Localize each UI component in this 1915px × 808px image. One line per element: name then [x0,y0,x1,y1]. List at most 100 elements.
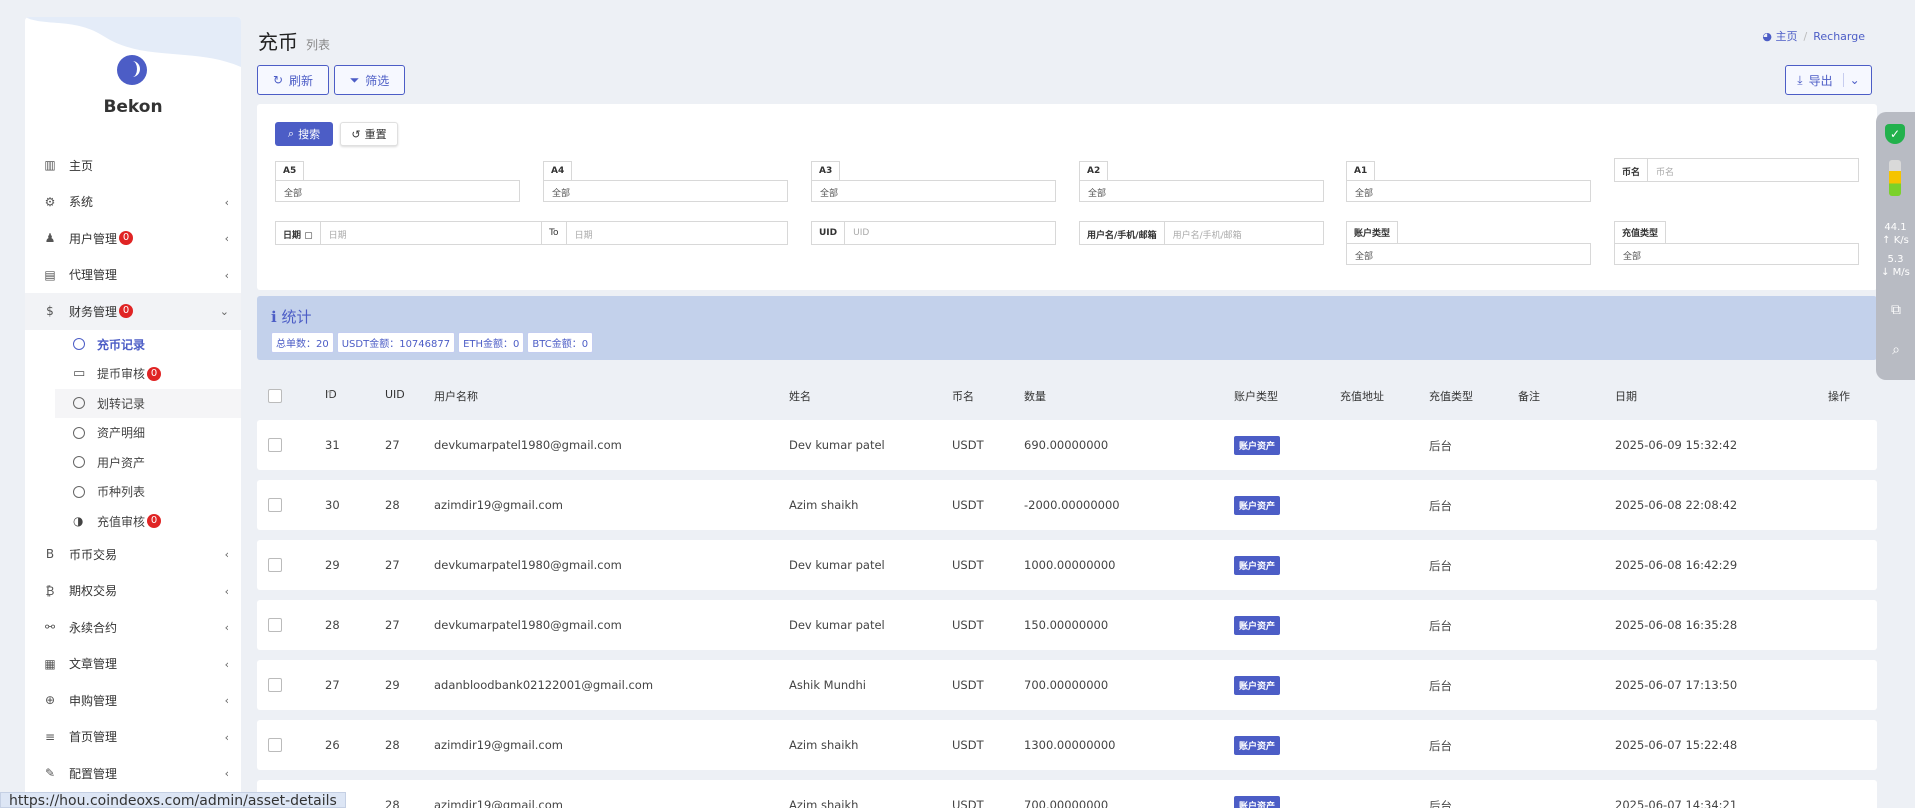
cell-uid: 28 [385,738,400,752]
sidebar-item-label: 系统 [69,195,94,210]
export-button[interactable]: ⤓ 导出 ⌄ [1785,65,1872,95]
table-row[interactable]: 30 28 azimdir19@gmail.com Azim shaikh USDT -2… [257,480,1877,530]
select-all-checkbox[interactable] [268,389,282,403]
table-row[interactable]: 31 27 devkumarpatel1980@gmail.com Dev kumar… [257,420,1877,470]
filter-account-type: 账户类型 全部 [1346,221,1591,265]
filter-user-label: 用户名/手机/邮箱 [1079,221,1165,245]
filter-uid-label: UID [811,221,846,245]
row-checkbox[interactable] [268,678,282,692]
finance-sub-item-1[interactable]: ▭ 提币审核 0 [25,359,241,389]
filter-a3-select[interactable]: 全部 [811,180,1056,202]
page-title-text: 充币 [258,30,298,54]
cell-coin: USDT [952,438,984,452]
col-amount: 数量 [1024,390,1046,403]
account-type-select[interactable]: 全部 [1346,243,1591,265]
breadcrumb-home[interactable]: 主页 [1776,30,1798,43]
filter-a1: A1 全部 [1346,158,1591,202]
sidebar-item-5[interactable]: B 币币交易 ‹ [25,536,241,573]
sidebar-item-0[interactable]: ▥ 主页 [25,147,241,184]
cell-amount: 1300.00000000 [1024,738,1116,752]
chevron-left-icon: ‹ [224,268,229,282]
cell-date: 2025-06-08 16:42:29 [1615,558,1738,572]
row-checkbox[interactable] [268,558,282,572]
sidebar-item-11[interactable]: ✎ 配置管理 ‹ [25,755,241,792]
cell-username: azimdir19@gmail.com [434,798,563,808]
brand-logo[interactable] [117,55,147,85]
sidebar-item-2[interactable]: ♟ 用户管理 0 ‹ [25,220,241,257]
count-badge: 0 [119,231,134,246]
cell-uid: 27 [385,618,400,632]
table-row[interactable]: 26 28 azimdir19@gmail.com Azim shaikh USDT 13… [257,720,1877,770]
coin-input[interactable]: 币名 [1648,158,1859,182]
finance-sub-item-4[interactable]: 用户资产 [25,448,241,478]
sidebar-item-4[interactable]: $ 财务管理 0 ⌄ [25,293,241,330]
filter-date-label: 日期 ▢ [275,221,321,245]
chevron-left-icon: ‹ [224,657,229,671]
filter-a5-select[interactable]: 全部 [275,180,520,202]
cell-coin: USDT [952,498,984,512]
chevron-left-icon: ‹ [224,584,229,598]
refresh-button[interactable]: ↻ 刷新 [257,65,329,95]
date-to-input[interactable]: 日期 [566,221,788,245]
sidebar-item-10[interactable]: ≡ 首页管理 ‹ [25,719,241,756]
calendar-icon: ▢ [304,231,313,241]
row-checkbox[interactable] [268,618,282,632]
sidebar: Bekon ▥ 主页 ⚙ 系统 ‹ ♟ 用户管理 0 ‹ ▤ 代理管理 ‹ $ 财务管理 0 ⌄ 充币记录 ▭ 提币… [25,17,241,808]
count-badge: 0 [119,304,134,319]
finance-sub-item-0[interactable]: 充币记录 [25,330,241,360]
finance-sub-item-2[interactable]: 划转记录 [55,388,241,418]
table-row[interactable]: 28 27 devkumarpatel1980@gmail.com Dev kumar… [257,600,1877,650]
filter-a4-select[interactable]: 全部 [543,180,788,202]
cell-name: Azim shaikh [789,498,859,512]
reset-button[interactable]: ↺ 重置 [340,122,398,146]
finance-sub-item-6[interactable]: ◑ 充值审核 0 [25,507,241,537]
sidebar-item-9[interactable]: ⊕ 申购管理 ‹ [25,682,241,719]
filter-a5-label: A5 [275,161,305,180]
speed-down-unit: ↓ M/s [1881,267,1910,278]
finance-sub-item-5[interactable]: 币种列表 [25,477,241,507]
link-icon: ⚯ [44,620,56,635]
stats-panel: ℹ 统计 总单数：20 USDT金额：10746877 ETH金额：0 BTC金… [257,296,1877,360]
row-checkbox[interactable] [268,498,282,512]
cell-uid: 29 [385,678,400,692]
speed-up-unit: ↑ K/s [1882,235,1909,246]
circle-icon [73,456,85,469]
speed-down-value: 5.3 [1887,254,1904,265]
user-input[interactable]: 用户名/手机/邮箱 [1164,221,1324,245]
table-row[interactable]: 2528azimdir19@gmail.comAzim shaikhUSDT70… [257,780,1877,808]
filter-a2-select[interactable]: 全部 [1079,180,1324,202]
sidebar-item-7[interactable]: ⚯ 永续合约 ‹ [25,609,241,646]
cell-amount: 1000.00000000 [1024,558,1116,572]
date-from-input[interactable]: 日期 [320,221,543,245]
uid-input[interactable]: UID [845,221,1056,245]
sidebar-item-1[interactable]: ⚙ 系统 ‹ [25,184,241,221]
table-row[interactable]: 27 29 adanbloodbank02122001@gmail.com Ashik… [257,660,1877,710]
row-checkbox[interactable] [268,438,282,452]
sidebar-item-6[interactable]: ₿ 期权交易 ‹ [25,573,241,610]
row-checkbox[interactable] [268,738,282,752]
cell-date: 2025-06-07 15:22:48 [1615,738,1738,752]
search-button[interactable]: ⌕ 搜索 [275,122,333,146]
cell-account-type: 账户资产 [1234,616,1281,635]
chevron-down-icon: ⌄ [219,305,229,318]
newspaper-icon: ▦ [44,656,56,671]
stat-btc: BTC金额：0 [527,332,594,353]
crop-icon[interactable]: ⧉ [1888,302,1904,318]
sidebar-item-8[interactable]: ▦ 文章管理 ‹ [25,646,241,683]
filter-button[interactable]: ⏷ 筛选 [334,65,405,95]
table-row[interactable]: 29 27 devkumarpatel1980@gmail.com Dev kumar… [257,540,1877,590]
cell-coin: USDT [952,738,984,752]
finance-sub-item-3[interactable]: 资产明细 [25,418,241,448]
network-monitor-widget[interactable]: ✓ 44.1 ↑ K/s 5.3 ↓ M/s ⧉ ⌕ [1876,112,1915,380]
magnifier-icon[interactable]: ⌕ [1888,342,1904,358]
sidebar-item-label: 首页管理 [69,730,118,745]
cell-coin: USDT [952,558,984,572]
chevron-down-icon[interactable]: ⌄ [1842,73,1860,87]
sidebar-item-3[interactable]: ▤ 代理管理 ‹ [25,257,241,294]
filter-a4: A4 全部 [543,158,788,202]
recharge-type-select[interactable]: 全部 [1614,243,1859,265]
finance-sub-label: 资产明细 [97,426,146,441]
memory-gauge [1889,160,1901,196]
filter-a1-select[interactable]: 全部 [1346,180,1591,202]
funnel-icon: ⏷ [349,72,360,87]
